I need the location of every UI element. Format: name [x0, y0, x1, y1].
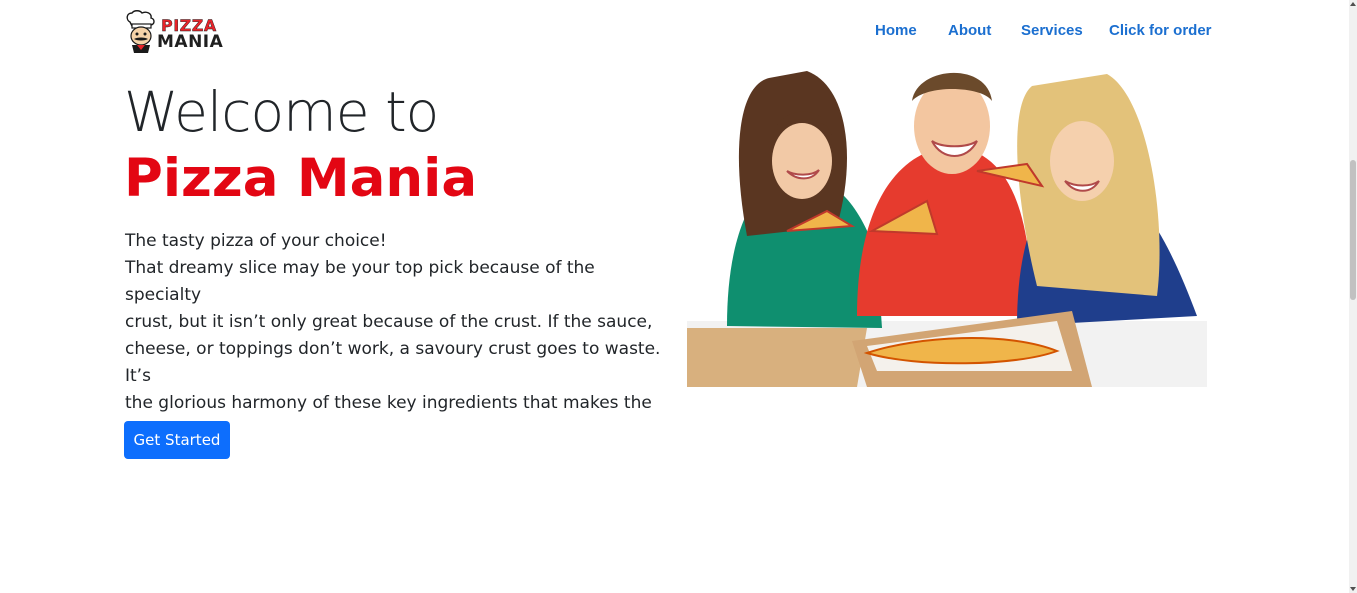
scroll-down-arrow-icon[interactable] — [1350, 587, 1356, 591]
hero-desc-line: That dreamy slice may be your top pick b… — [125, 258, 595, 305]
hero-photo — [687, 66, 1207, 387]
get-started-button[interactable]: Get Started — [124, 421, 230, 459]
vertical-scrollbar[interactable] — [1349, 0, 1357, 593]
hero-desc-line: cheese, or toppings don’t work, a savour… — [125, 339, 661, 386]
scroll-up-arrow-icon[interactable] — [1350, 2, 1356, 6]
hero-title-brand: Pizza Mania — [124, 148, 478, 209]
nav-link-about[interactable]: About — [948, 22, 991, 39]
navbar: PIZZA MANIA Home About Services Click fo… — [0, 0, 1349, 64]
logo-text-mania: MANIA — [157, 32, 224, 52]
nav-link-services[interactable]: Services — [1021, 22, 1083, 39]
nav-link-order[interactable]: Click for order — [1109, 22, 1212, 39]
scroll-thumb[interactable] — [1350, 160, 1356, 300]
hero-desc-line: crust, but it isn’t only great because o… — [125, 312, 653, 332]
friends-eating-pizza-illustration — [687, 66, 1207, 387]
brand-logo[interactable]: PIZZA MANIA — [124, 10, 228, 54]
hero-description: The tasty pizza of your choice! That dre… — [125, 228, 665, 444]
hero-desc-line: the glorious harmony of these key ingred… — [125, 393, 652, 413]
nav-link-home[interactable]: Home — [875, 22, 917, 39]
hero-tagline: The tasty pizza of your choice! — [125, 231, 387, 251]
hero-title-welcome: Welcome to — [124, 80, 439, 144]
